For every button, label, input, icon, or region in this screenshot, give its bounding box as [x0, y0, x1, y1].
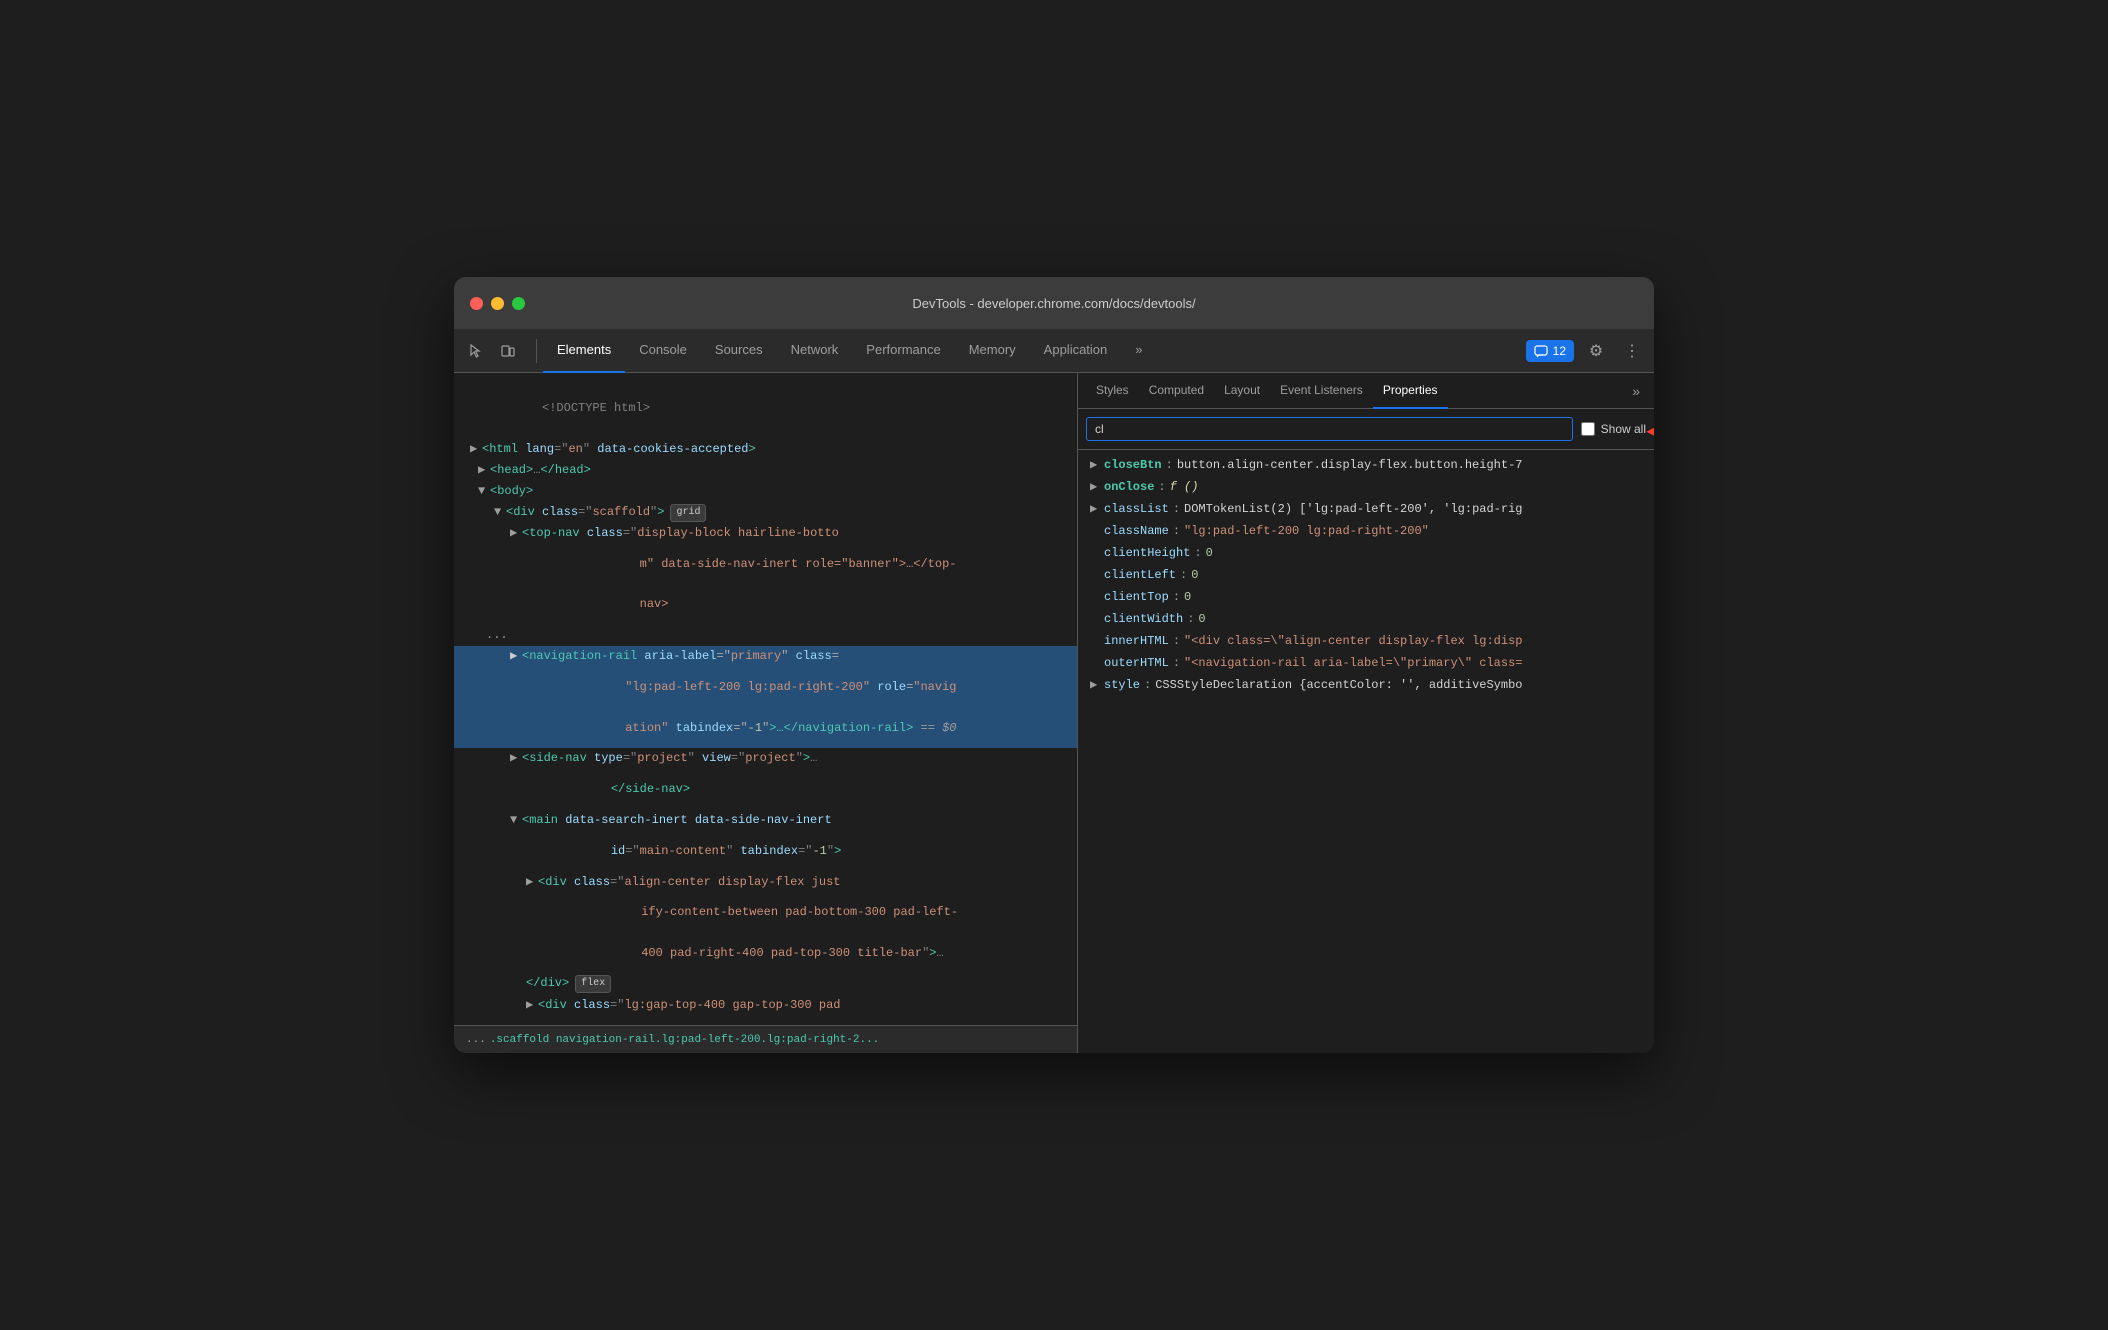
- properties-panel: Styles Computed Layout Event Listeners P…: [1078, 373, 1654, 1053]
- dom-line-gap-div[interactable]: ▶ <div class="lg:gap-top-400 gap-top-300…: [454, 995, 1077, 1016]
- dom-line-side-nav[interactable]: ▶ <side-nav type="project" view="project…: [454, 748, 1077, 769]
- dom-line-top-nav[interactable]: ▶ <top-nav class="display-block hairline…: [454, 523, 1077, 544]
- tab-properties[interactable]: Properties: [1373, 373, 1448, 409]
- title-bar: DevTools - developer.chrome.com/docs/dev…: [454, 277, 1654, 329]
- prop-onClose[interactable]: ▶ onClose : f (): [1078, 476, 1654, 498]
- tab-event-listeners[interactable]: Event Listeners: [1270, 373, 1373, 409]
- breadcrumb-scaffold[interactable]: .scaffold navigation-rail.lg:pad-left-20…: [490, 1034, 879, 1046]
- settings-button[interactable]: ⚙: [1582, 337, 1610, 365]
- prop-clientLeft[interactable]: clientLeft : 0: [1078, 564, 1654, 586]
- dom-line-title-bar-3: 400 pad-right-400 pad-top-300 title-bar"…: [454, 933, 1077, 973]
- dom-tree: <!DOCTYPE html> ▶ <html lang="en" data-c…: [454, 373, 1077, 1025]
- toolbar-right: 12 ⚙ ⋮: [1526, 337, 1646, 365]
- device-icon: [500, 343, 516, 359]
- issues-badge-button[interactable]: 12: [1526, 340, 1574, 362]
- grid-badge: grid: [670, 504, 706, 522]
- tab-styles[interactable]: Styles: [1086, 373, 1139, 409]
- prop-arrow-onClose[interactable]: ▶: [1090, 478, 1104, 496]
- chat-icon: [1534, 344, 1548, 358]
- arrow-title-bar[interactable]: ▶: [526, 873, 538, 892]
- arrow-main[interactable]: ▼: [510, 811, 522, 830]
- properties-content: ▶ closeBtn : button.align-center.display…: [1078, 450, 1654, 1053]
- inspect-element-button[interactable]: [462, 337, 490, 365]
- cursor-icon: [468, 343, 484, 359]
- prop-className[interactable]: className : "lg:pad-left-200 lg:pad-righ…: [1078, 520, 1654, 542]
- tab-layout[interactable]: Layout: [1214, 373, 1270, 409]
- devtools-main: <!DOCTYPE html> ▶ <html lang="en" data-c…: [454, 373, 1654, 1053]
- tab-performance[interactable]: Performance: [852, 329, 954, 373]
- dom-line-ellipsis[interactable]: ...: [454, 625, 1077, 646]
- dom-line-side-nav-close: </side-nav>: [454, 770, 1077, 810]
- dom-line-body[interactable]: ▼ <body>: [454, 481, 1077, 502]
- prop-classList[interactable]: ▶ classList : DOMTokenList(2) ['lg:pad-l…: [1078, 498, 1654, 520]
- prop-closeBtn[interactable]: ▶ closeBtn : button.align-center.display…: [1078, 454, 1654, 476]
- prop-clientTop[interactable]: clientTop : 0: [1078, 586, 1654, 608]
- tab-memory[interactable]: Memory: [955, 329, 1030, 373]
- dom-line-html[interactable]: ▶ <html lang="en" data-cookies-accepted …: [454, 439, 1077, 460]
- show-all-label: Show all: [1581, 422, 1646, 436]
- dom-line-top-nav-2: m" data-side-nav-inert role="banner">…</…: [454, 545, 1077, 585]
- tab-sources[interactable]: Sources: [701, 329, 777, 373]
- maximize-button[interactable]: [512, 297, 525, 310]
- prop-arrow-closeBtn[interactable]: ▶: [1090, 456, 1104, 474]
- prop-outerHTML[interactable]: outerHTML : "<navigation-rail aria-label…: [1078, 652, 1654, 674]
- traffic-lights: [470, 297, 525, 310]
- arrow-side-nav[interactable]: ▶: [510, 749, 522, 768]
- dom-line-nav-rail[interactable]: ▶ <navigation-rail aria-label="primary" …: [454, 646, 1077, 667]
- dom-line-nav-rail-2: "lg:pad-left-200 lg:pad-right-200" role=…: [454, 668, 1077, 708]
- dom-line-gap-div-2: -left-400 pad-right-400">…</div>: [454, 1016, 1077, 1025]
- prop-arrow-style[interactable]: ▶: [1090, 676, 1104, 694]
- panel-tabs: Styles Computed Layout Event Listeners P…: [1078, 373, 1654, 409]
- prop-style[interactable]: ▶ style : CSSStyleDeclaration {accentCol…: [1078, 674, 1654, 696]
- dom-line-div-close[interactable]: </div> flex: [454, 973, 1077, 994]
- arrow-gap-div[interactable]: ▶: [526, 996, 538, 1015]
- dom-line-doctype[interactable]: <!DOCTYPE html>: [454, 379, 1077, 439]
- red-arrow-indicator: ◀: [1647, 410, 1654, 448]
- toolbar-icons: [462, 337, 522, 365]
- prop-innerHTML[interactable]: innerHTML : "<div class=\"align-center d…: [1078, 630, 1654, 652]
- tab-computed[interactable]: Computed: [1139, 373, 1214, 409]
- arrow-scaffold[interactable]: ▼: [494, 503, 506, 522]
- show-all-checkbox[interactable]: [1581, 422, 1595, 436]
- window-title: DevTools - developer.chrome.com/docs/dev…: [912, 296, 1195, 311]
- dom-line-scaffold[interactable]: ▼ <div class="scaffold" > grid: [454, 502, 1077, 523]
- panel-more-icon[interactable]: »: [1626, 381, 1646, 401]
- arrow-body[interactable]: ▼: [478, 482, 490, 501]
- breadcrumb-dots: ...: [466, 1034, 486, 1046]
- prop-clientWidth[interactable]: clientWidth : 0: [1078, 608, 1654, 630]
- dom-line-main[interactable]: ▼ <main data-search-inert data-side-nav-…: [454, 810, 1077, 831]
- tab-application[interactable]: Application: [1030, 329, 1122, 373]
- dom-line-top-nav-3: nav>: [454, 585, 1077, 625]
- tab-network[interactable]: Network: [777, 329, 853, 373]
- device-toggle-button[interactable]: [494, 337, 522, 365]
- devtools-toolbar: Elements Console Sources Network Perform…: [454, 329, 1654, 373]
- arrow-top-nav[interactable]: ▶: [510, 524, 522, 543]
- dom-line-main-2: id="main-content" tabindex="-1" >: [454, 831, 1077, 871]
- breadcrumb-bar: ... .scaffold navigation-rail.lg:pad-lef…: [454, 1025, 1077, 1053]
- dom-line-title-bar-2: ify-content-between pad-bottom-300 pad-l…: [454, 893, 1077, 933]
- tab-console[interactable]: Console: [625, 329, 701, 373]
- dom-line-head[interactable]: ▶ <head>…</head>: [454, 460, 1077, 481]
- toolbar-divider: [536, 339, 537, 363]
- main-tabs: Elements Console Sources Network Perform…: [543, 329, 1526, 373]
- elements-panel: <!DOCTYPE html> ▶ <html lang="en" data-c…: [454, 373, 1078, 1053]
- prop-clientHeight[interactable]: clientHeight : 0: [1078, 542, 1654, 564]
- more-options-button[interactable]: ⋮: [1618, 337, 1646, 365]
- tab-elements[interactable]: Elements: [543, 329, 625, 373]
- dom-line-title-bar[interactable]: ▶ <div class="align-center display-flex …: [454, 872, 1077, 893]
- properties-search-input[interactable]: [1086, 417, 1573, 441]
- arrow-html[interactable]: ▶: [470, 440, 482, 459]
- search-bar: Show all ◀: [1078, 409, 1654, 450]
- arrow-head[interactable]: ▶: [478, 461, 490, 480]
- prop-arrow-classList[interactable]: ▶: [1090, 500, 1104, 518]
- devtools-window: DevTools - developer.chrome.com/docs/dev…: [454, 277, 1654, 1053]
- dom-line-nav-rail-3: ation" tabindex="-1" >…</navigation-rail…: [454, 708, 1077, 748]
- flex-badge: flex: [575, 975, 611, 993]
- tab-more[interactable]: »: [1121, 329, 1156, 373]
- minimize-button[interactable]: [491, 297, 504, 310]
- arrow-nav-rail[interactable]: ▶: [510, 647, 522, 666]
- close-button[interactable]: [470, 297, 483, 310]
